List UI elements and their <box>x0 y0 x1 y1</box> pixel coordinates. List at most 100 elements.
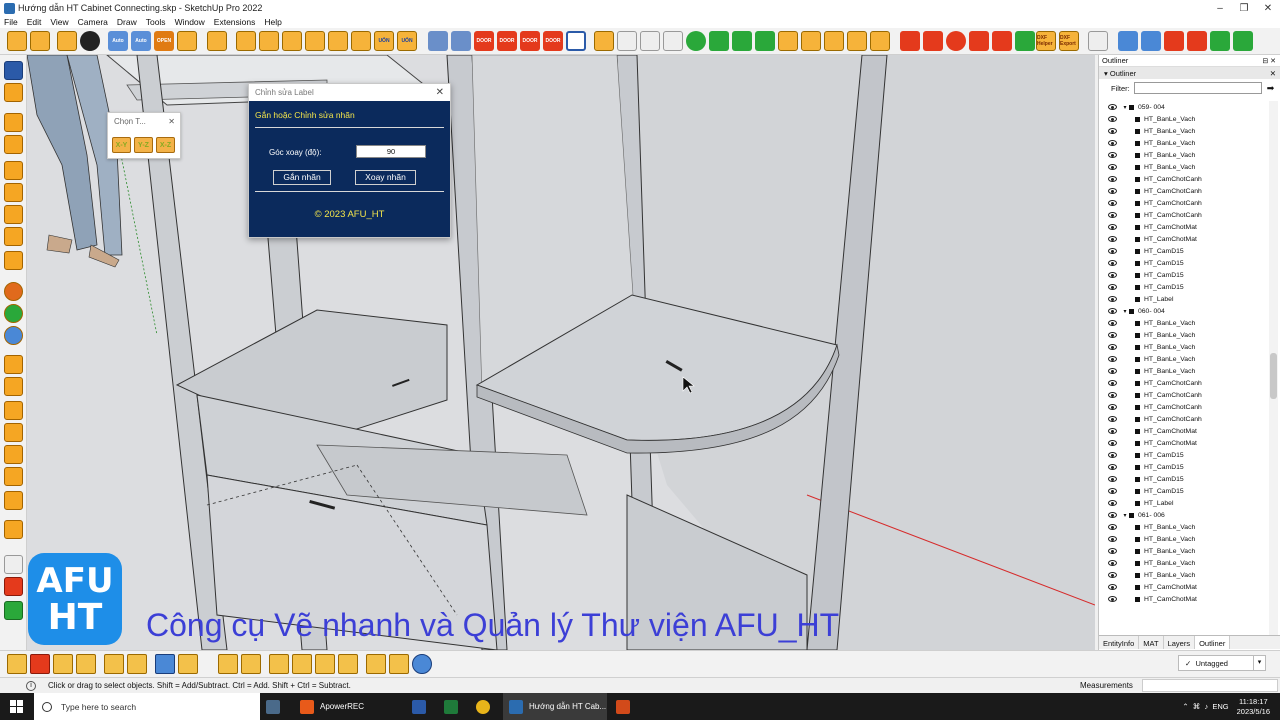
outliner-row[interactable]: HT_CamChotCanh <box>1099 185 1269 197</box>
double-door-icon[interactable] <box>566 31 586 51</box>
menu-extensions[interactable]: Extensions <box>214 17 256 27</box>
tab-outliner[interactable]: Outliner <box>1195 636 1231 649</box>
taskbar-search-box[interactable]: Type here to search <box>34 693 260 720</box>
visibility-eye-icon[interactable] <box>1108 176 1117 182</box>
outliner-row[interactable]: HT_BanLe_Vach <box>1099 149 1269 161</box>
visibility-eye-icon[interactable] <box>1108 248 1117 254</box>
visibility-eye-icon[interactable] <box>1108 476 1117 482</box>
number-321c-icon[interactable] <box>4 183 23 202</box>
dxf-export-button[interactable]: DXF Export <box>1059 31 1079 51</box>
tab-mat[interactable]: MAT <box>1139 636 1164 649</box>
orbit-tool-icon[interactable] <box>30 31 50 51</box>
taskbar-clock[interactable]: 11:18:17 2023/5/16 <box>1237 697 1270 717</box>
cancel-tool-icon[interactable] <box>80 31 100 51</box>
visibility-eye-icon[interactable] <box>1108 272 1117 278</box>
move-tool-icon[interactable] <box>801 31 821 51</box>
afu-ht-small-icon[interactable] <box>4 227 23 246</box>
push-tool-button[interactable] <box>178 654 198 674</box>
outliner-row[interactable]: HT_CamChotCanh <box>1099 389 1269 401</box>
door-1-button[interactable]: DOOR <box>474 31 494 51</box>
visibility-eye-icon[interactable] <box>1108 536 1117 542</box>
frame-tool-2-icon[interactable] <box>76 654 96 674</box>
drawer-2-icon[interactable] <box>4 467 23 486</box>
outliner-row[interactable]: HT_CamD15 <box>1099 449 1269 461</box>
tach-tool-button[interactable] <box>241 654 261 674</box>
model-viewport[interactable] <box>27 55 1095 650</box>
visibility-eye-icon[interactable] <box>1108 428 1117 434</box>
outliner-row[interactable]: HT_BanLe_Vach <box>1099 557 1269 569</box>
view-6-icon[interactable] <box>1233 31 1253 51</box>
cabinet-small-icon[interactable] <box>4 491 23 510</box>
layer-select[interactable]: ✓ Untagged ▾ <box>1178 655 1266 671</box>
taskview-icon[interactable] <box>266 693 294 720</box>
hand-icon[interactable] <box>4 355 23 374</box>
scale-tool-icon[interactable] <box>870 31 890 51</box>
outliner-row[interactable]: HT_BanLe_Vach <box>1099 137 1269 149</box>
visibility-eye-icon[interactable] <box>1108 308 1117 314</box>
visibility-eye-icon[interactable] <box>1108 488 1117 494</box>
language-indicator[interactable]: ENG <box>1212 702 1228 711</box>
info-circle-icon[interactable]: i <box>26 680 36 691</box>
cursor-icon[interactable] <box>4 555 23 574</box>
visibility-eye-icon[interactable] <box>1108 512 1117 518</box>
windows-start-icon[interactable] <box>10 700 23 713</box>
outliner-row[interactable]: HT_BanLe_Vach <box>1099 545 1269 557</box>
outliner-section-header[interactable]: ▾ Outliner ✕ <box>1099 67 1280 79</box>
visibility-eye-icon[interactable] <box>1108 188 1117 194</box>
outliner-row[interactable]: HT_CamChotMat <box>1099 437 1269 449</box>
clamp-tool-icon[interactable] <box>351 31 371 51</box>
open-door-2-icon[interactable] <box>451 31 471 51</box>
afu-ht-icon[interactable] <box>4 61 23 80</box>
panel-tool-1-icon[interactable] <box>236 31 256 51</box>
outliner-row[interactable]: HT_BanLe_Vach <box>1099 569 1269 581</box>
axis-xy-button[interactable]: X-Y <box>112 137 131 153</box>
rotate-tool-icon[interactable] <box>7 31 27 51</box>
settings-gear-icon[interactable] <box>412 654 432 674</box>
auto-tool-2-button[interactable]: Auto <box>131 31 151 51</box>
green-tool-2-icon[interactable] <box>755 31 775 51</box>
outliner-row[interactable]: HT_CamChotCanh <box>1099 377 1269 389</box>
cube-tool-icon[interactable] <box>992 31 1012 51</box>
visibility-eye-icon[interactable] <box>1108 104 1117 110</box>
visibility-eye-icon[interactable] <box>1108 596 1117 602</box>
move-tool-3-icon[interactable] <box>847 31 867 51</box>
view-4-icon[interactable] <box>1187 31 1207 51</box>
visibility-eye-icon[interactable] <box>1108 464 1117 470</box>
outliner-row[interactable]: ▾ 059- 004 <box>1099 101 1269 113</box>
label-dialog-close-icon[interactable]: ✕ <box>436 87 444 98</box>
outliner-row[interactable]: HT_BanLe_Vach <box>1099 317 1269 329</box>
outliner-row[interactable]: HT_CamD15 <box>1099 245 1269 257</box>
outliner-row[interactable]: HT_Label <box>1099 293 1269 305</box>
red-tool-icon[interactable] <box>30 654 50 674</box>
visibility-eye-icon[interactable] <box>1108 584 1117 590</box>
select-tool-icon[interactable] <box>104 654 124 674</box>
home-icon[interactable] <box>4 401 23 420</box>
door-3-button[interactable]: DOOR <box>520 31 540 51</box>
visibility-eye-icon[interactable] <box>1108 116 1117 122</box>
view-1-icon[interactable] <box>1118 31 1138 51</box>
menu-draw[interactable]: Draw <box>117 17 137 27</box>
rotate-label-button[interactable]: Xoay nhãn <box>355 170 416 185</box>
outliner-scrollbar[interactable] <box>1269 101 1278 649</box>
outliner-row[interactable]: HT_CamChotCanh <box>1099 401 1269 413</box>
tray-chevron-icon[interactable]: ⌃ <box>1182 702 1192 711</box>
gop-tool-button[interactable] <box>218 654 238 674</box>
taskbar-powerpoint[interactable] <box>616 693 636 720</box>
outliner-row[interactable]: HT_CamD15 <box>1099 269 1269 281</box>
dim-tool-icon[interactable] <box>57 31 77 51</box>
number-321b-icon[interactable] <box>4 161 23 180</box>
menu-tools[interactable]: Tools <box>146 17 166 27</box>
minimize-button[interactable]: – <box>1208 3 1232 14</box>
measurements-input[interactable] <box>1142 679 1278 692</box>
orange-circle-icon[interactable] <box>4 282 23 301</box>
exit-icon[interactable] <box>4 601 23 620</box>
cabinet-tool-icon[interactable] <box>207 31 227 51</box>
visibility-eye-icon[interactable] <box>1108 356 1117 362</box>
dxf-helper-button[interactable]: DXF Helper <box>1036 31 1056 51</box>
auto-tool-4-button[interactable] <box>389 654 409 674</box>
fence-tool-icon[interactable] <box>292 654 312 674</box>
panel-tool-3-icon[interactable] <box>282 31 302 51</box>
outliner-row[interactable]: HT_CamChotCanh <box>1099 173 1269 185</box>
visibility-eye-icon[interactable] <box>1108 152 1117 158</box>
menu-camera[interactable]: Camera <box>78 17 108 27</box>
